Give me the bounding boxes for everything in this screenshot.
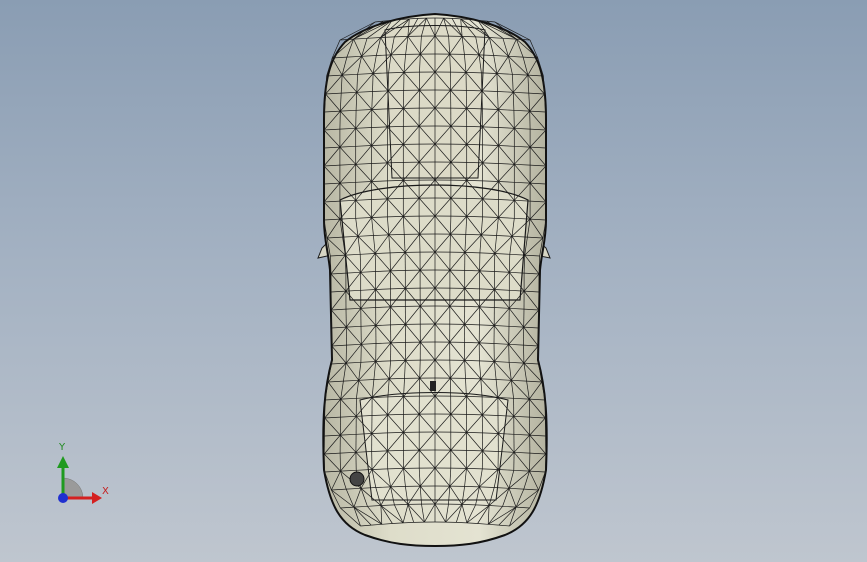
mesh-edge bbox=[545, 111, 547, 131]
mesh-edge bbox=[466, 144, 483, 146]
x-axis-label: X bbox=[102, 486, 109, 497]
mesh-edge bbox=[390, 324, 406, 326]
mesh-edge bbox=[387, 72, 389, 91]
mesh-edge bbox=[456, 522, 467, 524]
mesh-edge bbox=[419, 360, 421, 379]
mesh-edge bbox=[390, 360, 406, 362]
mesh-edge bbox=[390, 252, 406, 254]
mesh-edge bbox=[387, 468, 404, 470]
mesh-edge bbox=[544, 453, 547, 473]
mesh-edge bbox=[390, 342, 406, 344]
mesh-edge bbox=[388, 72, 405, 74]
mesh-edge bbox=[394, 504, 409, 506]
mesh-edge bbox=[466, 162, 483, 164]
mesh-edge bbox=[390, 54, 406, 56]
mesh-edge bbox=[449, 360, 451, 379]
mesh-edge bbox=[323, 111, 325, 131]
y-axis-label: Y bbox=[59, 442, 66, 453]
mesh-edge bbox=[464, 324, 480, 326]
fuel-cap bbox=[349, 471, 365, 487]
mesh-edge bbox=[466, 216, 483, 218]
mesh-edge bbox=[323, 453, 326, 473]
mesh-edge bbox=[390, 270, 406, 272]
mesh-edge bbox=[387, 180, 404, 182]
mesh-edge bbox=[464, 360, 480, 362]
rear-emblem bbox=[430, 381, 436, 391]
mesh-edge bbox=[387, 90, 389, 109]
mesh-edge bbox=[390, 486, 406, 488]
mesh-edge bbox=[465, 234, 482, 236]
axis-triad bbox=[57, 456, 102, 504]
mesh-edge bbox=[330, 345, 333, 365]
mesh-edge bbox=[389, 378, 405, 380]
mesh-edge bbox=[466, 126, 483, 128]
mesh-edge bbox=[464, 306, 480, 308]
mesh-edge bbox=[387, 216, 404, 218]
mesh-edge bbox=[387, 126, 404, 128]
mesh-edge bbox=[387, 198, 404, 200]
mesh-edge bbox=[394, 36, 408, 38]
mesh-edge bbox=[390, 306, 406, 308]
mesh-edge bbox=[466, 432, 483, 434]
mesh-edge bbox=[387, 432, 404, 434]
graphics-viewport[interactable]: Y X bbox=[0, 0, 867, 562]
mesh-edge bbox=[409, 18, 418, 20]
mesh-edge bbox=[461, 504, 476, 506]
mesh-edge bbox=[481, 90, 483, 109]
mesh-edge bbox=[508, 254, 511, 273]
mesh-edge bbox=[387, 108, 404, 110]
mesh-edge bbox=[466, 450, 483, 452]
mesh-edge bbox=[387, 162, 404, 164]
mesh-edge bbox=[387, 414, 404, 416]
car-wireframe-model[interactable] bbox=[0, 0, 867, 562]
mesh-edge bbox=[388, 234, 405, 236]
y-axis-arrowhead-icon bbox=[57, 456, 69, 468]
mesh-edge bbox=[466, 414, 483, 416]
mesh-edge bbox=[403, 522, 414, 524]
mesh-edge bbox=[465, 72, 482, 74]
mesh-edge bbox=[452, 18, 461, 20]
mesh-edge bbox=[464, 54, 480, 56]
mesh-edge bbox=[464, 342, 480, 344]
mesh-edge bbox=[418, 216, 420, 235]
mesh-edge bbox=[387, 450, 404, 452]
mesh-edge bbox=[464, 270, 480, 272]
mesh-edge bbox=[466, 396, 483, 398]
mesh-edge bbox=[387, 144, 404, 146]
mesh-edge bbox=[481, 72, 483, 91]
mesh-edge bbox=[464, 288, 480, 290]
mesh-edge bbox=[466, 198, 483, 200]
mesh-edge bbox=[464, 486, 480, 488]
mesh-edge bbox=[466, 108, 483, 110]
mesh-edge bbox=[388, 90, 404, 92]
mesh-edge bbox=[466, 180, 483, 182]
mesh-edge bbox=[537, 345, 540, 365]
mesh-edge bbox=[465, 378, 481, 380]
mesh-edge bbox=[359, 254, 362, 273]
mesh-edge bbox=[462, 36, 476, 38]
mesh-edge bbox=[466, 90, 482, 92]
mesh-edge bbox=[466, 468, 483, 470]
mesh-edge bbox=[464, 252, 480, 254]
mesh-edge bbox=[387, 396, 404, 398]
mesh-edge bbox=[450, 216, 452, 235]
mesh-edge bbox=[390, 288, 406, 290]
x-axis-arrowhead-icon bbox=[92, 492, 102, 504]
z-axis-dot bbox=[58, 493, 68, 503]
